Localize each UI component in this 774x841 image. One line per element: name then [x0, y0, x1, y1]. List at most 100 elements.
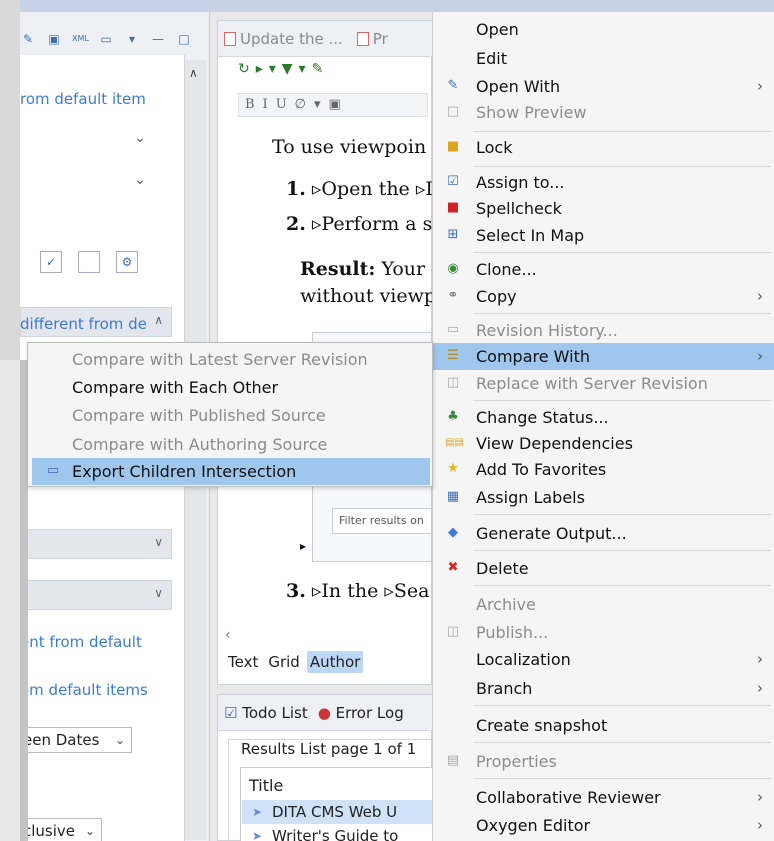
- menu-item-change-status[interactable]: ♣ Change Status...: [433, 404, 774, 431]
- save-icon[interactable]: ▣: [46, 31, 62, 47]
- date-range-select[interactable]: een Dates ⌄: [20, 727, 132, 753]
- format-toolbar[interactable]: BIU∅▾▣: [238, 93, 428, 117]
- menu-item-show-preview[interactable]: □ Show Preview: [433, 99, 774, 126]
- submenu-arrow-icon: ›: [757, 77, 763, 95]
- menu-separator: [473, 166, 771, 167]
- submenu-arrow-icon: ›: [757, 287, 763, 305]
- menu-item-assign-labels[interactable]: ▦ Assign Labels: [433, 484, 774, 511]
- menu-label: Open: [476, 20, 519, 39]
- map-icon: ⊞: [447, 227, 459, 242]
- menu-label: Oxygen Editor: [476, 816, 591, 835]
- scroll-left-icon[interactable]: ‹: [225, 627, 231, 643]
- submenu-item-compare-each-other[interactable]: Compare with Each Other: [32, 374, 430, 401]
- pencil-icon[interactable]: ✎: [20, 31, 36, 47]
- result-label: Result:: [300, 258, 376, 280]
- expand-icon[interactable]: ∨: [154, 535, 163, 549]
- menu-item-create-snapshot[interactable]: Create snapshot: [433, 712, 774, 739]
- menu-separator: [473, 514, 771, 515]
- left-section-3[interactable]: ∨: [20, 580, 172, 610]
- menu-item-generate-output[interactable]: ◆ Generate Output...: [433, 520, 774, 547]
- maximize-icon[interactable]: □: [176, 31, 192, 47]
- menu-item-oxygen-editor[interactable]: Oxygen Editor ›: [433, 812, 774, 839]
- tab-error-log[interactable]: ● Error Log: [318, 704, 404, 722]
- menu-label: Replace with Server Revision: [476, 374, 708, 393]
- menu-label: Properties: [476, 752, 557, 771]
- menu-item-revision-history[interactable]: ▭ Revision History...: [433, 317, 774, 344]
- menu-item-archive[interactable]: Archive: [433, 591, 774, 618]
- menu-item-collaborative-reviewer[interactable]: Collaborative Reviewer ›: [433, 784, 774, 811]
- editor-hscrollbar[interactable]: ‹: [225, 627, 430, 645]
- menu-separator: [473, 400, 771, 401]
- menu-item-replace-server-revision[interactable]: ◫ Replace with Server Revision: [433, 370, 774, 397]
- expand-icon[interactable]: ∨: [154, 586, 163, 600]
- left-link-4[interactable]: om default items: [20, 681, 148, 699]
- menu-label: Change Status...: [476, 408, 609, 427]
- left-toolbar: ✎ ▣ XML ▭ ▾ — □: [20, 24, 209, 54]
- menu-item-delete[interactable]: ✖ Delete: [433, 555, 774, 582]
- menu-item-publish[interactable]: ◫ Publish...: [433, 619, 774, 646]
- minimize-icon[interactable]: —: [150, 31, 166, 47]
- submenu-item-compare-authoring[interactable]: Compare with Authoring Source: [32, 431, 430, 458]
- menu-label: Publish...: [476, 623, 549, 642]
- menu-item-clone[interactable]: ◉ Clone...: [433, 256, 774, 283]
- copy-icon: ⚭: [447, 288, 459, 303]
- editor-tab-1[interactable]: Update the ...: [224, 30, 343, 48]
- left-link-2[interactable]: different from de: [20, 315, 147, 333]
- checkbox-unchecked[interactable]: [78, 251, 100, 273]
- todo-tab-label: Todo List: [242, 703, 308, 722]
- menu-item-spellcheck[interactable]: ■ Spellcheck: [433, 195, 774, 222]
- dependencies-icon: ▤▤: [445, 437, 464, 448]
- left-link-3[interactable]: ent from default: [20, 633, 142, 651]
- editor-tabs: Update the ... Pr: [218, 21, 433, 57]
- menu-item-open-with[interactable]: ✎ Open With ›: [433, 73, 774, 100]
- column-title[interactable]: Title: [249, 776, 283, 795]
- xml-icon[interactable]: XML: [72, 31, 89, 47]
- editor-mode-tabs: Text Grid Author: [225, 646, 364, 678]
- menu-item-properties[interactable]: ▤ Properties: [433, 748, 774, 775]
- tab-todo-list[interactable]: ☑ Todo List: [224, 704, 308, 722]
- left-link-1[interactable]: rom default item: [20, 90, 146, 108]
- menu-item-add-to-favorites[interactable]: ★ Add To Favorites: [433, 456, 774, 483]
- tab-grid[interactable]: Grid: [265, 651, 302, 673]
- editor-toolbar[interactable]: ↻▸▾▼▾✎: [238, 61, 329, 77]
- table-row[interactable]: ➤ Writer's Guide to: [242, 824, 433, 841]
- preview-icon: □: [446, 104, 460, 119]
- tab-text[interactable]: Text: [225, 651, 261, 673]
- step-3-number: 3.: [286, 580, 306, 602]
- menu-item-compare-with[interactable]: ☰ Compare With ›: [433, 343, 774, 370]
- tab-author[interactable]: Author: [306, 651, 364, 673]
- checkbox-checked[interactable]: ✓: [40, 251, 62, 273]
- dropdown-icon[interactable]: ▾: [124, 31, 140, 47]
- menu-item-localization[interactable]: Localization ›: [433, 646, 774, 673]
- left-edge-strip: [0, 0, 20, 360]
- submenu-label: Compare with Published Source: [72, 406, 326, 425]
- menu-item-assign-to[interactable]: ☑ Assign to...: [433, 169, 774, 196]
- context-menu: Open Edit ✎ Open With › □ Show Preview ■ Loc…: [432, 12, 774, 841]
- menu-item-branch[interactable]: Branch ›: [433, 675, 774, 702]
- menu-label: Localization: [476, 650, 571, 669]
- scroll-up-icon[interactable]: ∧: [189, 66, 198, 80]
- menu-item-select-in-map[interactable]: ⊞ Select In Map: [433, 222, 774, 249]
- menu-item-view-dependencies[interactable]: ▤▤ View Dependencies: [433, 430, 774, 457]
- error-icon: ●: [317, 703, 331, 722]
- assign-icon[interactable]: ⚙: [116, 251, 138, 273]
- filter-input[interactable]: Filter results on: [332, 508, 432, 534]
- menu-label: Lock: [476, 138, 513, 157]
- expand-arrow-icon[interactable]: ▸: [300, 539, 306, 553]
- chevron-down-icon[interactable]: ⌄: [120, 125, 160, 151]
- window-icon[interactable]: ▭: [98, 31, 114, 47]
- collapse-icon[interactable]: ∧: [154, 313, 163, 327]
- submenu-item-export-children-intersection[interactable]: ▭ Export Children Intersection: [32, 458, 430, 485]
- chevron-down-icon[interactable]: ⌄: [120, 167, 160, 193]
- menu-item-lock[interactable]: ■ Lock: [433, 134, 774, 161]
- menu-item-edit[interactable]: Edit: [433, 45, 774, 72]
- editor-tab-2[interactable]: Pr: [356, 30, 388, 48]
- left-section-2[interactable]: ∨: [20, 529, 172, 559]
- menu-item-open[interactable]: Open: [433, 16, 774, 43]
- submenu-item-compare-published[interactable]: Compare with Published Source: [32, 402, 430, 429]
- inclusive-select[interactable]: clusive ⌄: [20, 818, 102, 841]
- submenu-item-compare-latest-server[interactable]: Compare with Latest Server Revision: [32, 346, 430, 373]
- table-row[interactable]: ➤ DITA CMS Web U: [242, 800, 433, 824]
- menu-label: Delete: [476, 559, 529, 578]
- menu-item-copy[interactable]: ⚭ Copy ›: [433, 283, 774, 310]
